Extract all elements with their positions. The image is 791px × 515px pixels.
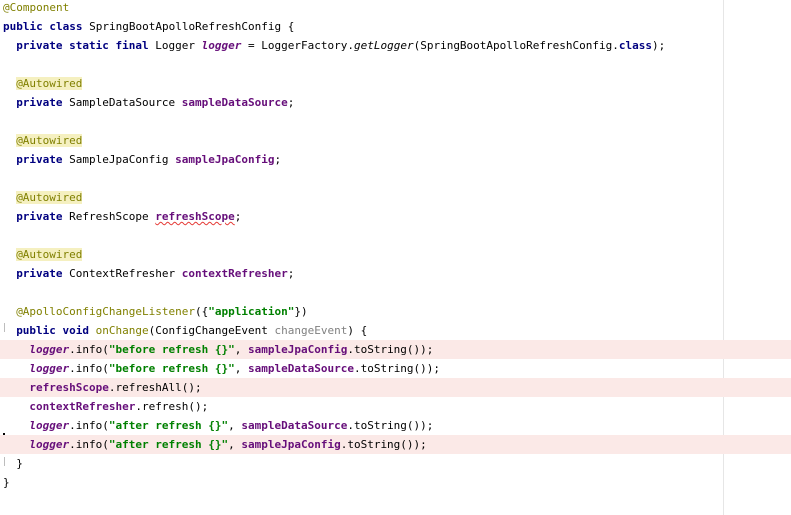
code-token: RefreshScope xyxy=(62,210,156,223)
code-token: "after refresh {}" xyxy=(108,419,229,432)
code-token: .info( xyxy=(69,438,109,451)
code-line[interactable]: contextRefresher.refresh(); xyxy=(0,397,791,416)
code-line[interactable]: private ContextRefresher contextRefreshe… xyxy=(0,264,791,283)
code-token: "application" xyxy=(208,305,295,318)
code-token: = LoggerFactory. xyxy=(241,39,354,52)
code-token: @Autowired xyxy=(16,248,83,261)
code-token: private xyxy=(16,267,63,280)
code-token: SampleJpaConfig xyxy=(62,153,176,166)
code-line[interactable]: @Autowired xyxy=(0,245,791,264)
code-token: .info( xyxy=(69,343,109,356)
code-editor[interactable]: @Component public class SpringBootApolloR… xyxy=(0,0,791,515)
code-token: ); xyxy=(652,39,666,52)
code-token: @ApolloConfigChangeListener xyxy=(16,305,195,318)
code-token: private xyxy=(16,210,63,223)
code-token: ({ xyxy=(195,305,209,318)
code-token: @Component xyxy=(3,1,70,14)
code-token: , xyxy=(228,419,242,432)
code-line[interactable]: @Autowired xyxy=(0,131,791,150)
code-token: , xyxy=(228,438,242,451)
code-line[interactable]: @Autowired xyxy=(0,74,791,93)
code-token: logger xyxy=(29,419,70,432)
code-token: refreshScope xyxy=(29,381,109,394)
code-line[interactable]: logger.info("before refresh {}", sampleD… xyxy=(0,359,791,378)
code-token: SpringBootApolloRefreshConfig { xyxy=(82,20,295,33)
code-token: (SpringBootApolloRefreshConfig. xyxy=(413,39,619,52)
code-token: ContextRefresher xyxy=(62,267,182,280)
code-line[interactable]: public class SpringBootApolloRefreshConf… xyxy=(0,17,791,36)
code-token: contextRefresher xyxy=(181,267,288,280)
code-token: logger xyxy=(201,39,242,52)
code-line[interactable]: @Component xyxy=(0,0,791,17)
code-token: ; xyxy=(234,210,242,223)
code-token: public class xyxy=(3,20,83,33)
code-line[interactable] xyxy=(0,55,791,74)
code-token: onChange xyxy=(89,324,149,337)
code-line[interactable]: private static final Logger logger = Log… xyxy=(0,36,791,55)
code-token: logger xyxy=(29,343,70,356)
code-token: class xyxy=(618,39,653,52)
code-token: private static final xyxy=(16,39,149,52)
code-token: private xyxy=(16,153,63,166)
code-token: ; xyxy=(274,153,282,166)
code-line[interactable] xyxy=(0,112,791,131)
code-token: .toString()); xyxy=(340,438,427,451)
code-token: contextRefresher xyxy=(29,400,136,413)
code-token: }) xyxy=(294,305,308,318)
code-token: @Autowired xyxy=(16,77,83,90)
code-token: (ConfigChangeEvent xyxy=(148,324,275,337)
code-token: , xyxy=(234,362,248,375)
code-token: , xyxy=(234,343,248,356)
code-token: sampleJpaConfig xyxy=(241,438,341,451)
code-token: .info( xyxy=(69,362,109,375)
code-token: } xyxy=(3,476,10,489)
code-token: sampleDataSource xyxy=(247,362,354,375)
code-token: public void xyxy=(16,324,90,337)
code-line[interactable]: } xyxy=(0,454,791,473)
code-token: ; xyxy=(287,96,295,109)
code-line[interactable]: logger.info("before refresh {}", sampleJ… xyxy=(0,340,791,359)
code-line[interactable]: } xyxy=(0,473,791,492)
code-token: "before refresh {}" xyxy=(108,343,235,356)
code-token: refreshScope xyxy=(155,210,235,223)
code-token: SampleDataSource xyxy=(62,96,182,109)
code-token: logger xyxy=(29,438,70,451)
code-token: getLogger xyxy=(353,39,414,52)
code-token: sampleDataSource xyxy=(181,96,288,109)
code-token: "before refresh {}" xyxy=(108,362,235,375)
code-line[interactable]: private SampleDataSource sampleDataSourc… xyxy=(0,93,791,112)
code-token: @Autowired xyxy=(16,134,83,147)
code-token: .toString()); xyxy=(353,362,441,375)
code-line[interactable]: refreshScope.refreshAll(); xyxy=(0,378,791,397)
code-line[interactable]: private RefreshScope refreshScope; xyxy=(0,207,791,226)
code-line[interactable]: logger.info("after refresh {}", sampleJp… xyxy=(0,435,791,454)
code-token: Logger xyxy=(148,39,202,52)
code-token: ) { xyxy=(347,324,368,337)
code-line[interactable]: logger.info("after refresh {}", sampleDa… xyxy=(0,416,791,435)
code-line[interactable] xyxy=(0,226,791,245)
code-line[interactable]: @ApolloConfigChangeListener({"applicatio… xyxy=(0,302,791,321)
code-token: logger xyxy=(29,362,70,375)
code-token: .refresh(); xyxy=(135,400,209,413)
code-line[interactable] xyxy=(0,169,791,188)
code-token: sampleJpaConfig xyxy=(175,153,275,166)
code-token: .toString()); xyxy=(347,343,434,356)
code-line[interactable]: public void onChange(ConfigChangeEvent c… xyxy=(0,321,791,340)
code-token: @Autowired xyxy=(16,191,83,204)
code-token: "after refresh {}" xyxy=(108,438,229,451)
code-token: .toString()); xyxy=(347,419,434,432)
code-token: sampleDataSource xyxy=(241,419,348,432)
code-token: .refreshAll(); xyxy=(108,381,202,394)
code-line[interactable]: @Autowired xyxy=(0,188,791,207)
code-line[interactable] xyxy=(0,283,791,302)
code-token: } xyxy=(16,457,23,470)
code-token: ; xyxy=(287,267,295,280)
code-token: .info( xyxy=(69,419,109,432)
code-token: sampleJpaConfig xyxy=(247,343,348,356)
code-token: changeEvent xyxy=(274,324,348,337)
code-token: private xyxy=(16,96,63,109)
code-line[interactable]: private SampleJpaConfig sampleJpaConfig; xyxy=(0,150,791,169)
